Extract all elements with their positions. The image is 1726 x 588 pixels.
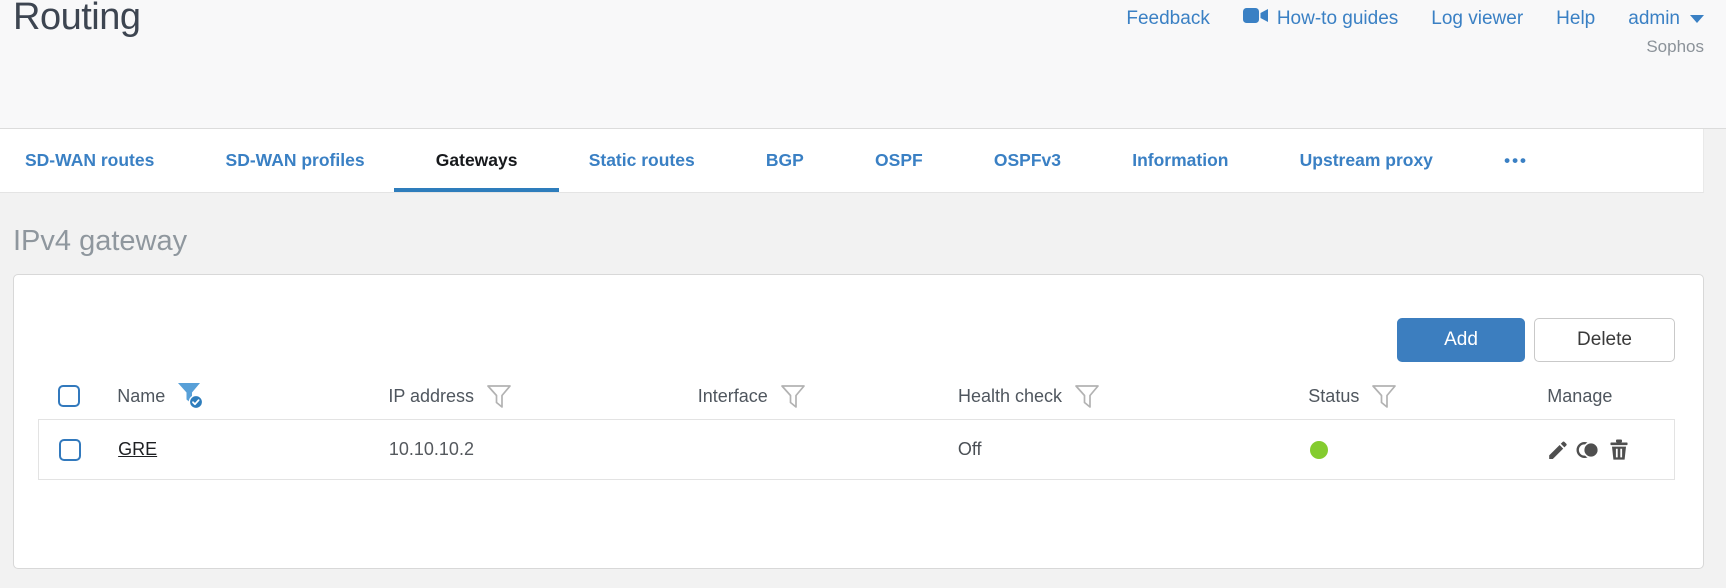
admin-label: admin	[1628, 7, 1680, 29]
delete-icon[interactable]	[1607, 438, 1631, 462]
gateway-ip-address: 10.10.10.2	[388, 439, 474, 459]
log-viewer-label: Log viewer	[1431, 7, 1524, 29]
log-viewer-link[interactable]: Log viewer	[1431, 8, 1523, 30]
tab-static-routes[interactable]: Static routes	[589, 129, 695, 192]
tab-information[interactable]: Information	[1132, 129, 1228, 192]
filter-icon[interactable]	[486, 384, 512, 409]
header-right: Feedback How-to guides Log viewer Help a…	[1126, 7, 1704, 57]
how-to-guides-link[interactable]: How-to guides	[1242, 7, 1399, 30]
tab-sdwan-profiles[interactable]: SD-WAN profiles	[226, 129, 365, 192]
select-all-checkbox[interactable]	[58, 385, 80, 407]
page-header: Routing Feedback How-to guides Log viewe…	[0, 0, 1726, 129]
column-header-status: Status	[1308, 385, 1360, 406]
video-camera-icon	[1242, 7, 1269, 30]
ipv4-gateway-card: Add Delete Name IP address Interface Hea…	[13, 274, 1704, 569]
column-header-ip-address: IP address	[388, 385, 475, 406]
table-header: Name IP address Interface Health check S…	[38, 378, 1675, 414]
section-heading: IPv4 gateway	[13, 225, 188, 257]
feedback-link[interactable]: Feedback	[1126, 8, 1209, 30]
tab-more[interactable]: •••	[1504, 129, 1528, 192]
brand-label: Sophos	[1646, 37, 1704, 56]
table-body: GRE 10.10.10.2 Off	[38, 419, 1675, 480]
page-title: Routing	[13, 0, 141, 38]
filter-icon[interactable]	[780, 384, 806, 409]
how-to-guides-label: How-to guides	[1276, 7, 1399, 29]
column-header-health-check: Health check	[957, 385, 1063, 406]
row-checkbox[interactable]	[59, 438, 81, 461]
column-header-manage: Manage	[1547, 385, 1613, 406]
clone-icon[interactable]	[1576, 438, 1601, 462]
tab-bgp[interactable]: BGP	[766, 129, 804, 192]
table-actions: Add Delete	[38, 275, 1675, 362]
caret-down-icon	[1690, 14, 1704, 23]
column-header-interface: Interface	[697, 385, 768, 406]
gateway-name-link[interactable]: GRE	[118, 439, 157, 460]
add-button[interactable]: Add	[1397, 318, 1525, 362]
main-content: IPv4 gateway Add Delete Name IP address …	[0, 225, 1726, 569]
tab-ospf[interactable]: OSPF	[875, 129, 923, 192]
tab-sdwan-routes[interactable]: SD-WAN routes	[25, 129, 154, 192]
delete-button[interactable]: Delete	[1534, 318, 1675, 362]
column-header-name: Name	[117, 385, 166, 406]
gateway-health-check: Off	[957, 439, 982, 459]
filter-icon[interactable]	[1074, 384, 1100, 409]
feedback-label: Feedback	[1126, 7, 1210, 29]
tab-gateways[interactable]: Gateways	[393, 129, 560, 192]
status-up-dot	[1309, 440, 1328, 459]
tab-ospfv3[interactable]: OSPFv3	[994, 129, 1061, 192]
top-nav: Feedback How-to guides Log viewer Help a…	[1126, 7, 1704, 30]
filter-active-icon[interactable]	[177, 382, 204, 410]
filter-icon[interactable]	[1371, 384, 1397, 409]
help-label: Help	[1556, 7, 1596, 29]
routing-tabbar: SD-WAN routes SD-WAN profiles Gateways S…	[0, 129, 1704, 193]
help-link[interactable]: Help	[1556, 8, 1595, 30]
tab-upstream-proxy[interactable]: Upstream proxy	[1300, 129, 1433, 192]
admin-menu[interactable]: admin	[1628, 8, 1704, 30]
table-row: GRE 10.10.10.2 Off	[39, 420, 1674, 479]
edit-icon[interactable]	[1546, 438, 1570, 462]
